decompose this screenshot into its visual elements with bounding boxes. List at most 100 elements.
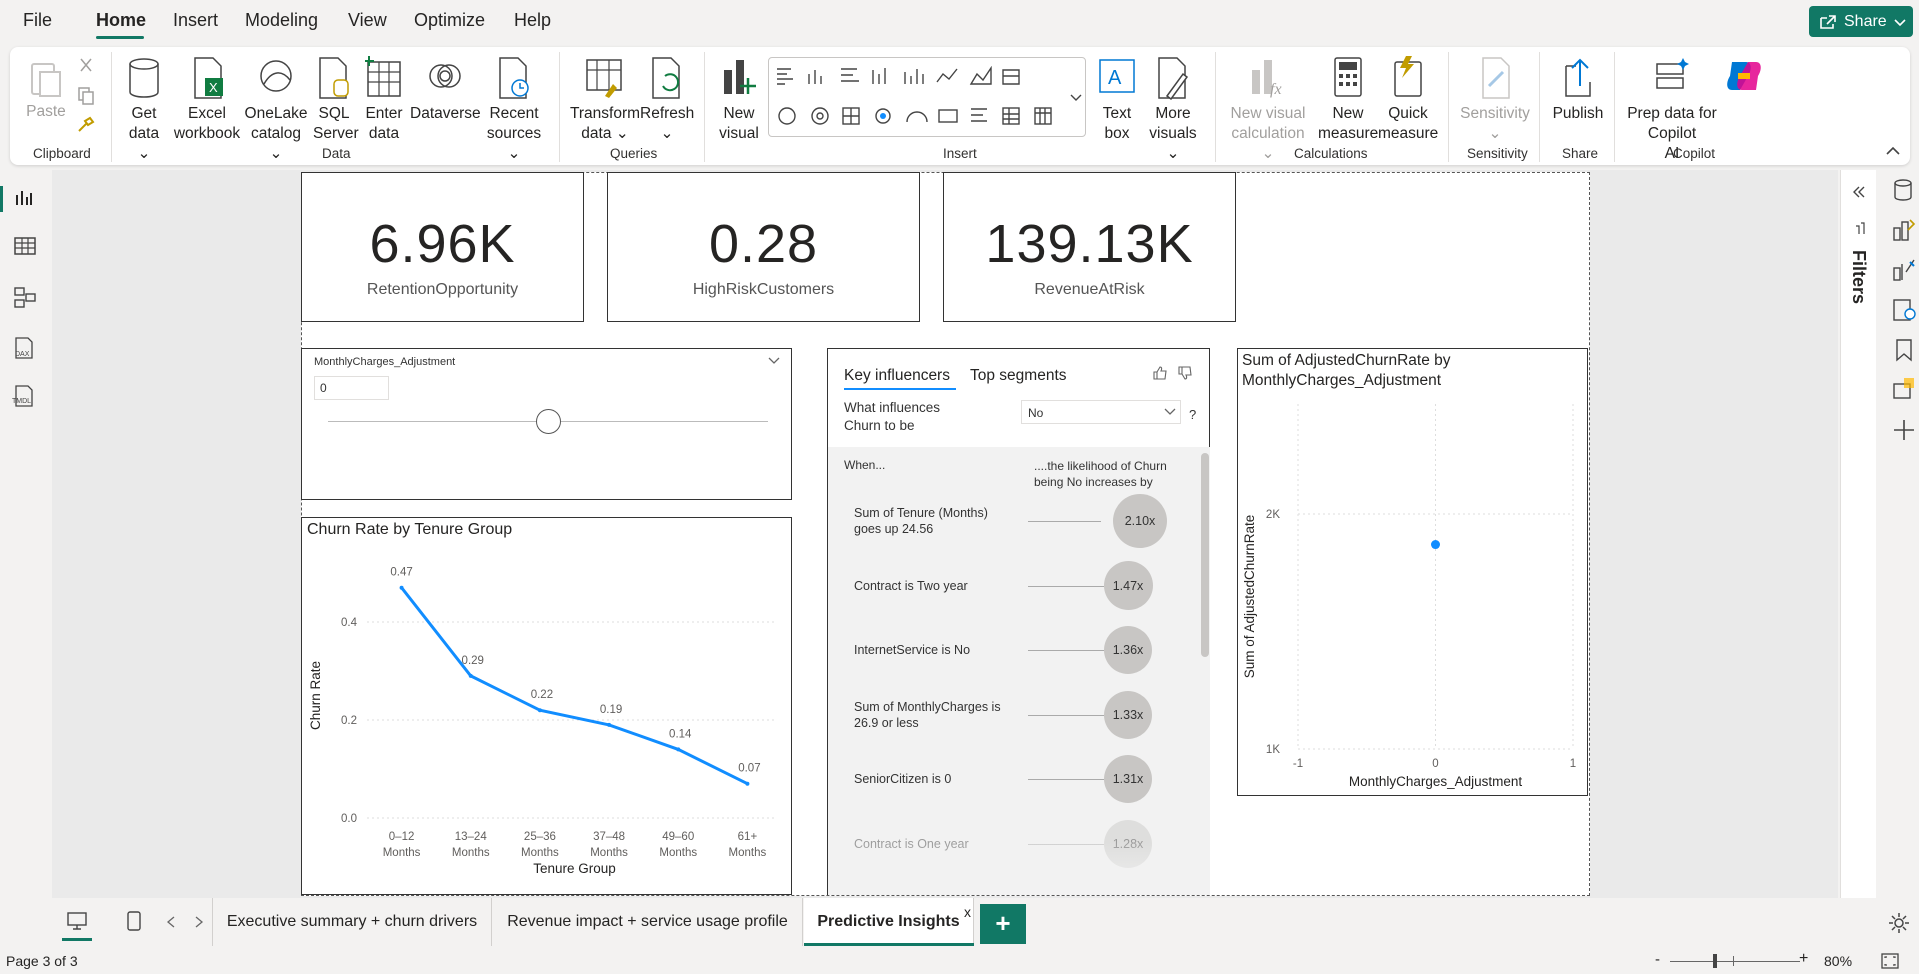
influencer-bubble[interactable]: 1.31x xyxy=(1104,755,1152,803)
excel-workbook-button[interactable]: X Excel workbook xyxy=(172,56,242,144)
menu-modeling[interactable]: Modeling xyxy=(245,10,318,31)
scrollbar-thumb[interactable] xyxy=(1201,453,1209,657)
menu-file[interactable]: File xyxy=(23,10,52,31)
adjusted-churn-scatter-chart[interactable]: Sum of AdjustedChurnRate by MonthlyCharg… xyxy=(1237,348,1588,796)
kpi-card-revenue-at-risk[interactable]: 139.13K RevenueAtRisk xyxy=(943,172,1236,322)
zoom-slider-thumb[interactable] xyxy=(1713,954,1717,968)
settings-gear-icon[interactable] xyxy=(1888,912,1910,934)
copilot-group-label: Copilot xyxy=(1673,146,1716,161)
sql-server-button[interactable]: SQL Server xyxy=(313,56,359,144)
new-visual-button[interactable]: New visual xyxy=(718,56,760,144)
page-tab-active[interactable]: Predictive Insights xyxy=(804,898,974,946)
data-point[interactable] xyxy=(537,708,542,713)
scatter-point[interactable] xyxy=(1431,540,1440,550)
help-icon[interactable]: ? xyxy=(1189,407,1196,422)
paste-button[interactable]: Paste xyxy=(24,58,68,122)
slicer-value-input[interactable]: 0 xyxy=(314,376,389,400)
desktop-layout-icon[interactable] xyxy=(66,911,88,931)
influencer-bubble[interactable]: 1.47x xyxy=(1103,561,1153,610)
menu-insert[interactable]: Insert xyxy=(173,10,218,31)
data-point[interactable] xyxy=(399,585,404,590)
table-view-icon[interactable] xyxy=(14,236,36,256)
next-page-icon[interactable] xyxy=(194,916,204,928)
previous-page-icon[interactable] xyxy=(166,916,176,928)
filters-label[interactable]: Filters xyxy=(1848,250,1869,304)
page-tab[interactable]: Revenue impact + service usage profile xyxy=(493,898,803,946)
gallery-expand-icon[interactable] xyxy=(1070,92,1082,102)
active-tab-indicator xyxy=(804,943,974,946)
influencer-bubble[interactable]: 1.33x xyxy=(1104,690,1152,739)
influencer-bubble[interactable]: 2.10x xyxy=(1113,494,1167,548)
data-point[interactable] xyxy=(468,673,473,678)
churn-value-dropdown[interactable]: No xyxy=(1021,400,1181,424)
text-box-button[interactable]: A Text box xyxy=(1093,56,1141,144)
get-data-button[interactable]: Get data ⌄ xyxy=(124,56,164,164)
kpi-card-high-risk[interactable]: 0.28 HighRiskCustomers xyxy=(607,172,920,322)
data-point[interactable] xyxy=(745,781,750,786)
page-tab[interactable]: Executive summary + churn drivers xyxy=(212,898,492,946)
tab-top-segments[interactable]: Top segments xyxy=(970,367,1067,385)
zoom-in-button[interactable]: + xyxy=(1799,950,1808,968)
menu-view[interactable]: View xyxy=(348,10,387,31)
visualizations-pane-icon[interactable] xyxy=(1892,218,1916,242)
sensitivity-button[interactable]: Sensitivity ⌄ xyxy=(1455,56,1535,144)
format-pane-icon[interactable] xyxy=(1892,258,1916,282)
kpi-card-retention[interactable]: 6.96K RetentionOpportunity xyxy=(301,172,584,322)
mobile-layout-icon[interactable] xyxy=(126,910,142,932)
share-button[interactable]: Share xyxy=(1809,6,1913,37)
data-point[interactable] xyxy=(607,722,612,727)
slider-thumb[interactable] xyxy=(535,409,561,434)
thumbs-up-icon[interactable] xyxy=(1152,365,1168,381)
more-visuals-button[interactable]: More visuals ⌄ xyxy=(1142,56,1204,164)
key-influencers-visual[interactable]: Key influencers Top segments What influe… xyxy=(827,348,1210,895)
data-pane-icon[interactable] xyxy=(1892,178,1914,202)
active-layout-indicator xyxy=(62,938,92,941)
close-tab-icon[interactable]: x xyxy=(964,904,971,920)
performance-analyzer-icon[interactable] xyxy=(1892,298,1916,322)
churn-rate-by-tenure-chart[interactable]: Churn Rate by Tenure Group 0.0 0.2 0.4 0.47… xyxy=(301,517,792,895)
new-measure-button[interactable]: New measure xyxy=(1318,56,1378,144)
cut-icon[interactable] xyxy=(76,56,96,76)
filters-pane-collapsed[interactable]: Filters xyxy=(1840,170,1876,898)
x-tick-label: 13–24 xyxy=(455,831,488,843)
collapse-ribbon-icon[interactable] xyxy=(1886,146,1900,156)
influencer-bubble[interactable]: 1.36x xyxy=(1104,626,1152,674)
quick-measure-button[interactable]: Quick measure xyxy=(1378,56,1438,144)
tmdl-view-icon[interactable]: TMDL xyxy=(10,384,38,408)
influencer-row[interactable]: Sum of MonthlyCharges is 26.9 or less 1.3… xyxy=(828,683,1200,747)
tab-key-influencers[interactable]: Key influencers xyxy=(844,367,950,385)
zoom-out-button[interactable]: - xyxy=(1655,951,1660,968)
dataverse-button[interactable]: Dataverse xyxy=(410,56,481,124)
onelake-catalog-button[interactable]: OneLake catalog ⌄ xyxy=(244,56,308,164)
menu-optimize[interactable]: Optimize xyxy=(414,10,485,31)
format-painter-icon[interactable] xyxy=(76,116,96,136)
menu-home[interactable]: Home xyxy=(96,10,146,31)
visuals-gallery-icons[interactable] xyxy=(775,66,1075,136)
enter-data-button[interactable]: Enter data xyxy=(364,56,404,144)
expand-filters-icon[interactable] xyxy=(1852,186,1866,198)
selection-pane-icon[interactable] xyxy=(1892,376,1916,400)
influencer-row[interactable]: SeniorCitizen is 0 1.31x xyxy=(828,747,1200,811)
refresh-button[interactable]: Refresh ⌄ xyxy=(640,56,694,144)
zoom-slider-track[interactable] xyxy=(1670,961,1800,962)
chevron-down-icon[interactable] xyxy=(768,357,780,365)
data-point[interactable] xyxy=(676,747,681,752)
bookmark-icon[interactable] xyxy=(1894,338,1914,362)
monthly-charges-slicer[interactable]: MonthlyCharges_Adjustment 0 xyxy=(301,348,792,500)
menu-help[interactable]: Help xyxy=(514,10,551,31)
dax-query-view-icon[interactable]: DAX xyxy=(12,336,36,360)
copy-icon[interactable] xyxy=(76,86,96,106)
transform-data-button[interactable]: Transform data ⌄ xyxy=(570,56,640,144)
influencer-row[interactable]: InternetService is No 1.36x xyxy=(828,618,1200,682)
thumbs-down-icon[interactable] xyxy=(1177,365,1193,381)
copilot-icon[interactable] xyxy=(1724,56,1764,96)
add-page-button[interactable]: + xyxy=(980,904,1026,944)
report-view-icon[interactable] xyxy=(14,188,34,208)
publish-button[interactable]: Publish xyxy=(1548,56,1608,124)
recent-sources-button[interactable]: Recent sources ⌄ xyxy=(480,56,548,164)
fit-to-page-icon[interactable] xyxy=(1881,953,1899,969)
model-view-icon[interactable] xyxy=(14,286,36,308)
influencer-row[interactable]: Contract is Two year 1.47x xyxy=(828,554,1200,618)
influencer-row[interactable]: Sum of Tenure (Months) goes up 24.56 2.10… xyxy=(828,489,1200,553)
add-pane-icon[interactable] xyxy=(1892,418,1916,442)
